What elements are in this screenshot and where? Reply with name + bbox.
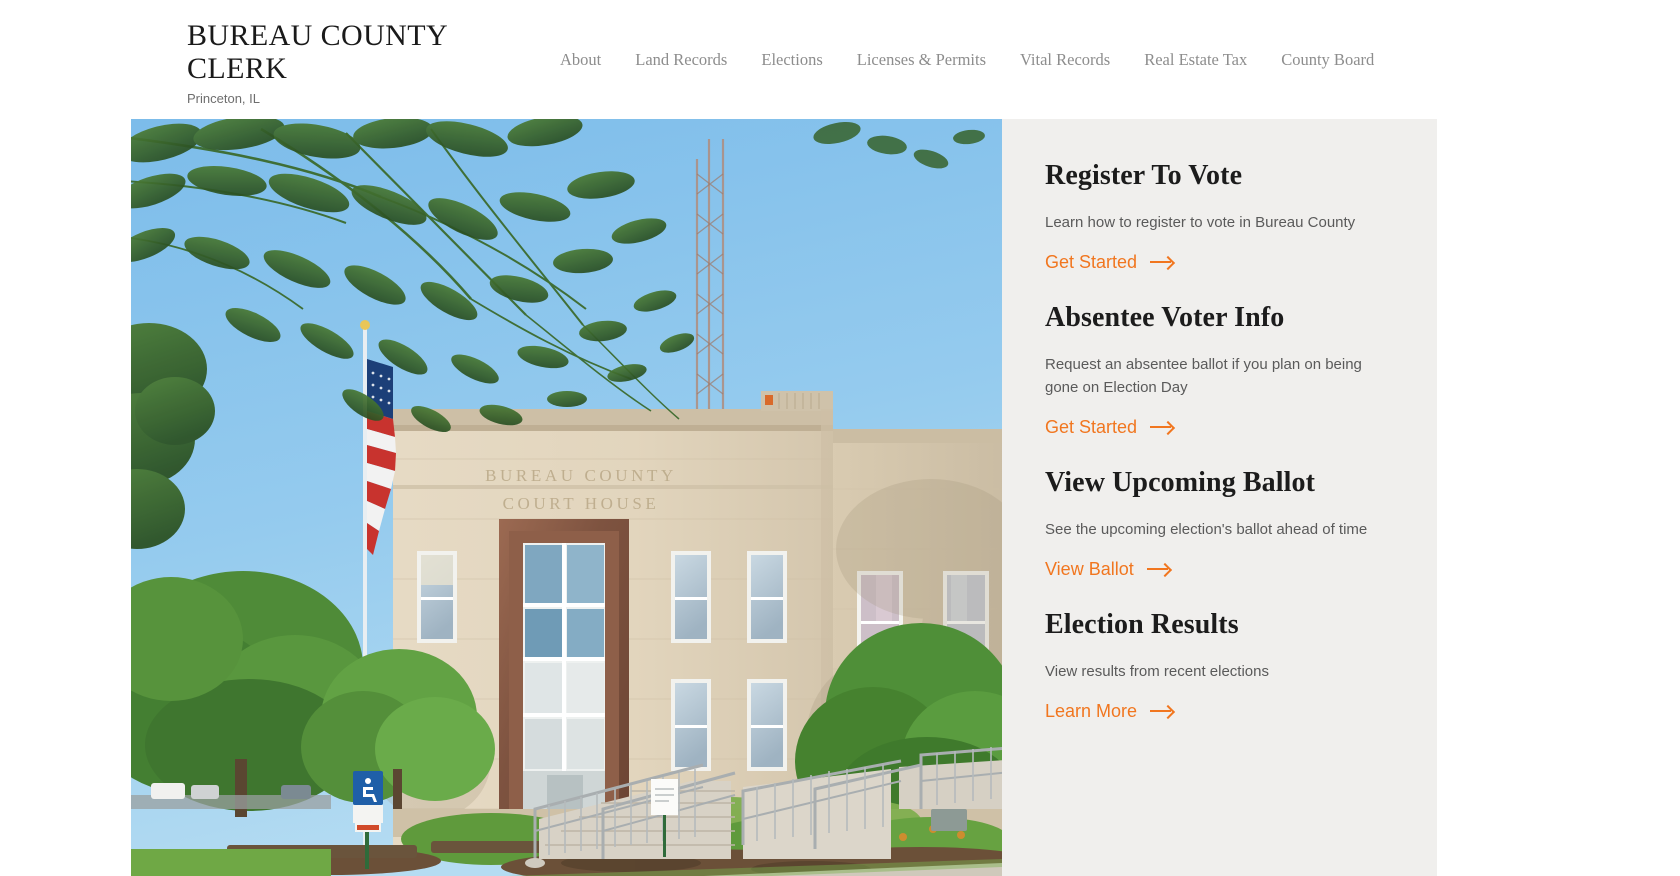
nav-item-county-board[interactable]: County Board	[1281, 50, 1374, 70]
site-title: BUREAU COUNTY CLERK	[187, 19, 447, 85]
svg-text:BUREAU COUNTY: BUREAU COUNTY	[485, 466, 677, 485]
promo-link-label: Get Started	[1045, 417, 1138, 437]
arrow-right-icon	[1150, 256, 1175, 268]
site-header: BUREAU COUNTY CLERK Princeton, IL About …	[0, 0, 1680, 119]
svg-text:COURT HOUSE: COURT HOUSE	[503, 494, 660, 513]
courthouse-photo: BUREAU COUNTY COURT HOUSE	[131, 119, 1002, 876]
promo-link-label: Learn More	[1045, 701, 1138, 721]
nav-item-licenses-permits[interactable]: Licenses & Permits	[857, 50, 986, 70]
promo-panel: Register To Vote Learn how to register t…	[1002, 119, 1437, 876]
nav-item-land-records[interactable]: Land Records	[635, 50, 727, 70]
site-location: Princeton, IL	[187, 91, 260, 106]
arrow-right-icon	[1146, 563, 1172, 575]
promo-block-register-to-vote: Register To Vote Learn how to register t…	[1045, 159, 1397, 273]
promo-title: Absentee Voter Info	[1045, 302, 1285, 333]
promo-link-label: Get Started	[1045, 252, 1138, 272]
promo-link-register-to-vote[interactable]: Get Started	[1045, 251, 1175, 273]
promo-block-absentee-voter-info: Absentee Voter Info Request an absentee …	[1045, 301, 1397, 438]
promo-link-label: View Ballot	[1045, 559, 1134, 579]
promo-description: See the upcoming election's ballot ahead…	[1045, 521, 1368, 538]
main-navigation: About Land Records Elections Licenses & …	[560, 50, 1374, 70]
page-root: BUREAU COUNTY CLERK Princeton, IL About …	[0, 0, 1680, 876]
promo-link-election-results[interactable]: Learn More	[1045, 700, 1175, 722]
nav-item-elections[interactable]: Elections	[761, 50, 822, 70]
promo-title: View Upcoming Ballot	[1045, 467, 1316, 498]
promo-link-view-upcoming-ballot[interactable]: View Ballot	[1045, 558, 1172, 580]
nav-item-real-estate-tax[interactable]: Real Estate Tax	[1144, 50, 1247, 70]
promo-block-election-results: Election Results View results from recen…	[1045, 608, 1397, 722]
promo-title: Election Results	[1045, 609, 1239, 640]
arrow-right-icon	[1150, 421, 1175, 433]
promo-title: Register To Vote	[1045, 160, 1243, 191]
promo-description: Request an absentee ballot if you plan o…	[1045, 356, 1362, 396]
nav-item-vital-records[interactable]: Vital Records	[1020, 50, 1110, 70]
promo-link-absentee-voter-info[interactable]: Get Started	[1045, 416, 1175, 438]
promo-block-view-upcoming-ballot: View Upcoming Ballot See the upcoming el…	[1045, 466, 1397, 580]
nav-item-about[interactable]: About	[560, 50, 601, 70]
hero-image: BUREAU COUNTY COURT HOUSE	[131, 119, 1002, 876]
promo-description: View results from recent elections	[1045, 663, 1269, 680]
promo-description: Learn how to register to vote in Bureau …	[1045, 214, 1356, 231]
arrow-right-icon	[1150, 705, 1175, 717]
brand[interactable]: BUREAU COUNTY CLERK Princeton, IL	[187, 19, 607, 107]
